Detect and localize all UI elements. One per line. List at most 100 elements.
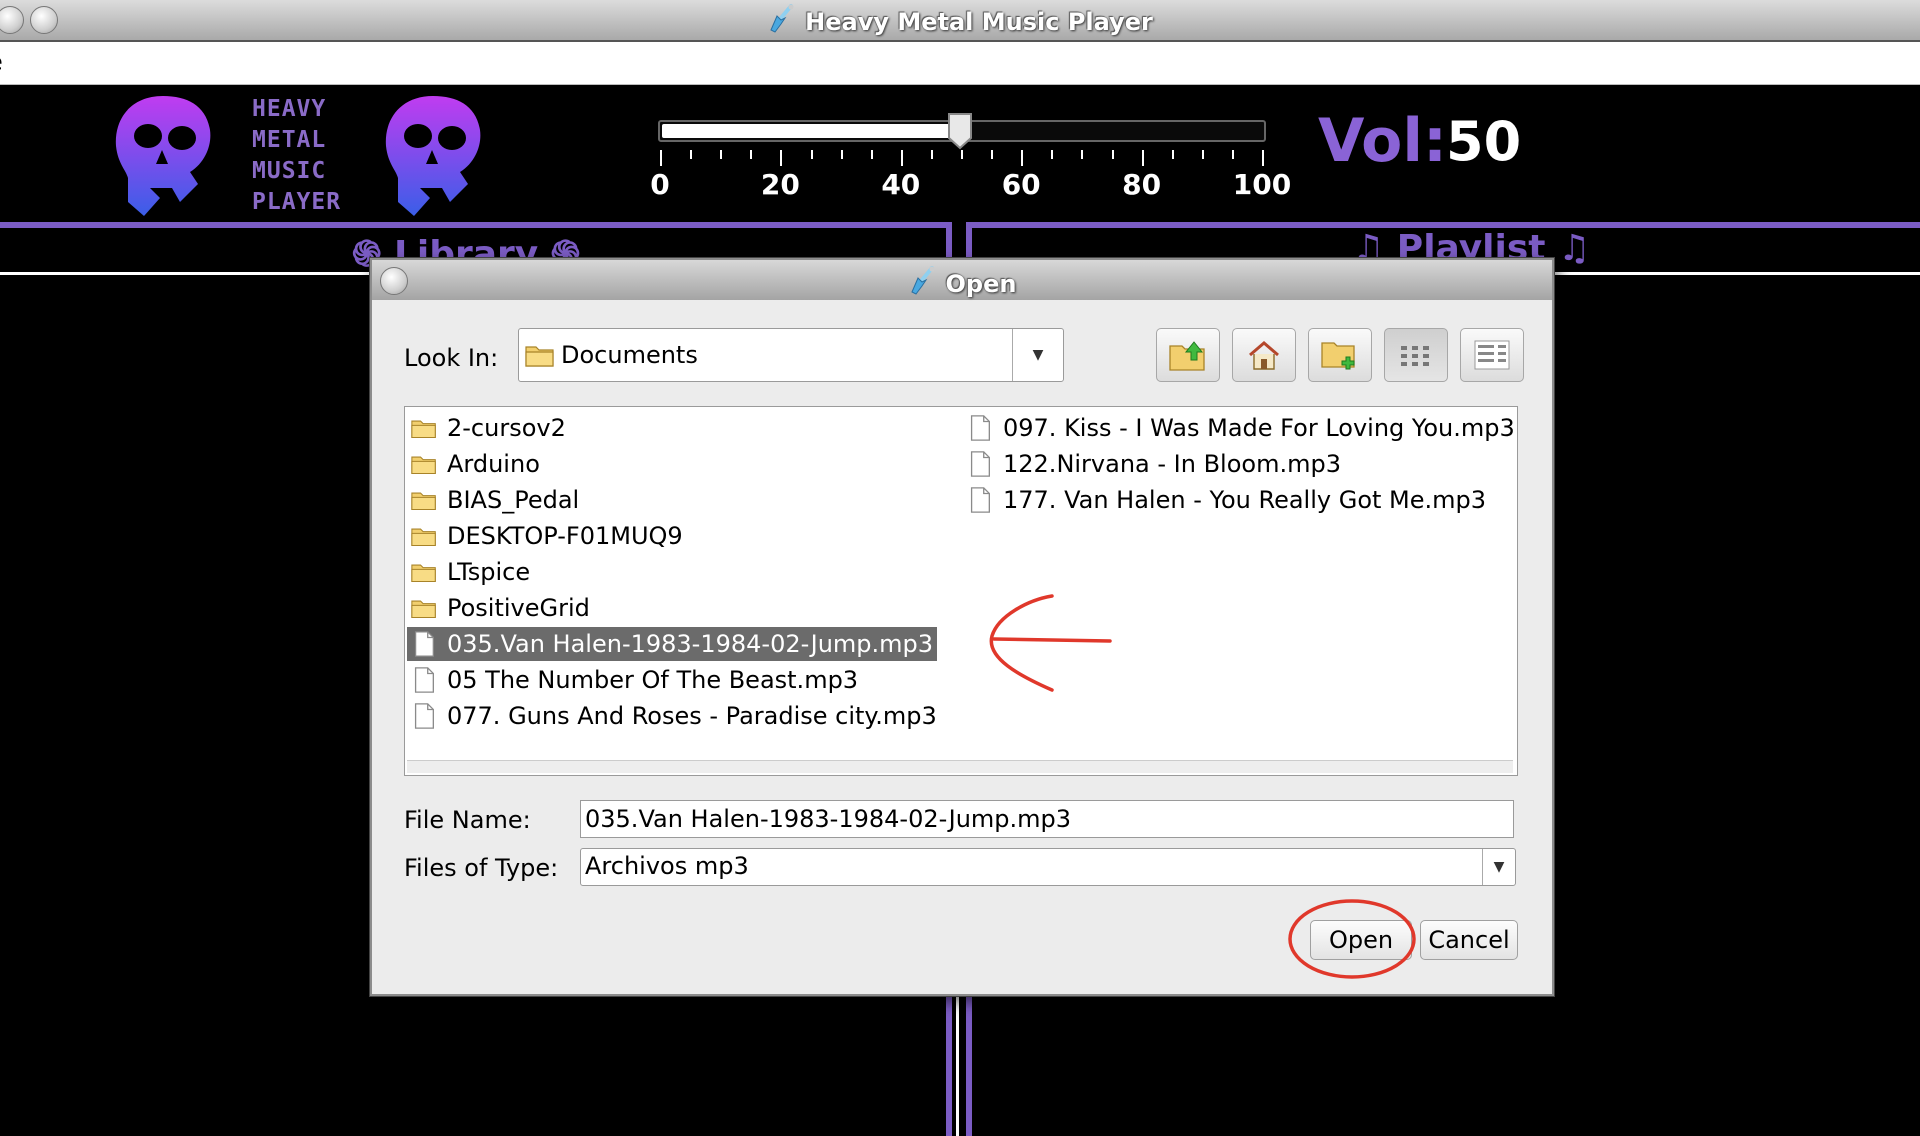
dialog-titlebar: Open [372, 260, 1552, 300]
folder-item[interactable]: PositiveGrid [407, 591, 594, 625]
menu-file[interactable]: e [0, 48, 3, 76]
volume-tick [1081, 150, 1084, 159]
item-label: Arduino [447, 450, 540, 478]
file-icon [414, 703, 434, 729]
folder-icon [411, 600, 436, 619]
panel-separator [956, 990, 959, 1136]
file-item[interactable]: 097. Kiss - I Was Made For Loving You.mp… [963, 411, 1519, 445]
volume-tick [720, 150, 723, 159]
list-view-icon [1401, 346, 1429, 366]
folder-icon [525, 346, 554, 367]
file-type-combo[interactable]: Archivos mp3 ▼ [580, 848, 1516, 886]
volume-tick [930, 150, 933, 159]
volume-tick [660, 150, 662, 166]
volume-tick [1141, 150, 1144, 166]
volume-tick [991, 150, 994, 159]
file-item[interactable]: 122.Nirvana - In Bloom.mp3 [963, 447, 1345, 481]
item-label: 177. Van Halen - You Really Got Me.mp3 [1003, 486, 1487, 514]
playlist-panel-edge [966, 990, 972, 1136]
skull-logo-right [385, 96, 481, 216]
home-button[interactable] [1232, 328, 1296, 382]
folder-item[interactable]: 2-cursov2 [407, 411, 570, 445]
tick-label: 20 [760, 168, 800, 201]
folder-item[interactable]: Arduino [407, 447, 544, 481]
volume-tick [780, 150, 783, 166]
volume-tick [1171, 150, 1174, 159]
file-item[interactable]: 05 The Number Of The Beast.mp3 [407, 663, 862, 697]
item-label: 097. Kiss - I Was Made For Loving You.mp… [1003, 414, 1515, 442]
look-in-value: Documents [561, 341, 698, 369]
file-item[interactable]: 177. Van Halen - You Really Got Me.mp3 [963, 483, 1490, 517]
item-label: PositiveGrid [447, 594, 590, 622]
up-folder-icon [1169, 341, 1205, 371]
file-item[interactable]: 077. Guns And Roses - Paradise city.mp3 [407, 699, 941, 733]
volume-tick [961, 150, 963, 159]
up-folder-button[interactable] [1156, 328, 1220, 382]
volume-tick [870, 150, 873, 159]
volume-tick [840, 150, 843, 159]
folder-item[interactable]: DESKTOP-F01MUQ9 [407, 519, 687, 553]
item-label: LTspice [447, 558, 531, 586]
file-icon [414, 631, 434, 657]
list-view-button[interactable] [1384, 328, 1448, 382]
logo-text: HEAVY METAL MUSIC PLAYER [252, 94, 372, 218]
playlist-panel-divider [966, 222, 972, 262]
volume-tick [1231, 150, 1234, 159]
home-icon [1249, 341, 1279, 370]
logo-line: METAL [252, 127, 327, 153]
guitar-icon [910, 266, 935, 295]
folder-icon [411, 528, 436, 547]
file-type-value: Archivos mp3 [585, 852, 749, 880]
volume-tick [1262, 150, 1264, 166]
menu-bar: e [0, 42, 1920, 85]
main-titlebar: Heavy Metal Music Player [0, 0, 1920, 42]
new-folder-icon [1321, 342, 1355, 370]
chevron-down-icon[interactable]: ▼ [1482, 849, 1515, 885]
open-dialog: Open Look In: Documents ▼ 2-cursov2 Ardu… [370, 258, 1554, 996]
folder-item[interactable]: BIAS_Pedal [407, 483, 583, 517]
item-label: 05 The Number Of The Beast.mp3 [447, 666, 859, 694]
volume-tick [1201, 150, 1204, 159]
tick-label: 0 [650, 168, 670, 201]
file-icon [970, 451, 990, 477]
look-in-combo[interactable]: Documents ▼ [518, 328, 1064, 382]
item-label: BIAS_Pedal [447, 486, 580, 514]
item-label: DESKTOP-F01MUQ9 [447, 522, 683, 550]
volume-tick [1021, 150, 1024, 166]
file-name-input[interactable]: 035.Van Halen-1983-1984-02-Jump.mp3 [580, 800, 1514, 838]
logo-line: PLAYER [252, 189, 342, 215]
window-title-container: Heavy Metal Music Player [0, 4, 1920, 36]
details-view-button[interactable] [1460, 328, 1524, 382]
file-icon [414, 667, 434, 693]
horizontal-scrollbar[interactable] [407, 760, 1513, 773]
chevron-down-icon[interactable]: ▼ [1012, 329, 1063, 381]
item-label: 122.Nirvana - In Bloom.mp3 [1003, 450, 1341, 478]
window-title: Heavy Metal Music Player [805, 8, 1153, 36]
file-list[interactable]: 2-cursov2 Arduino BIAS_Pedal DESKTOP-F01MUQ… [404, 406, 1518, 776]
volume-tick [690, 150, 693, 159]
open-button[interactable]: Open [1310, 920, 1412, 960]
tick-label: 80 [1122, 168, 1162, 201]
dialog-title-container: Open [372, 266, 1552, 298]
logo-line: MUSIC [252, 158, 327, 184]
file-name-label: File Name: [404, 806, 531, 834]
file-item[interactable]: 035.Van Halen-1983-1984-02-Jump.mp3 [407, 627, 938, 661]
new-folder-button[interactable] [1308, 328, 1372, 382]
cancel-button[interactable]: Cancel [1420, 920, 1518, 960]
folder-icon [411, 492, 436, 511]
volume-slider-fill [662, 124, 962, 138]
look-in-label: Look In: [404, 344, 499, 372]
volume-tick [810, 150, 813, 159]
logo-line: HEAVY [252, 96, 327, 122]
item-label: 035.Van Halen-1983-1984-02-Jump.mp3 [447, 630, 934, 658]
volume-tick [900, 150, 903, 166]
library-panel-edge [946, 990, 952, 1136]
folder-icon [411, 456, 436, 475]
folder-icon [411, 420, 436, 439]
folder-icon [411, 564, 436, 583]
tick-label: 100 [1232, 168, 1292, 201]
volume-tick [1111, 150, 1114, 159]
volume-slider-thumb[interactable] [947, 112, 973, 150]
folder-item[interactable]: LTspice [407, 555, 534, 589]
library-panel-divider [946, 222, 952, 262]
